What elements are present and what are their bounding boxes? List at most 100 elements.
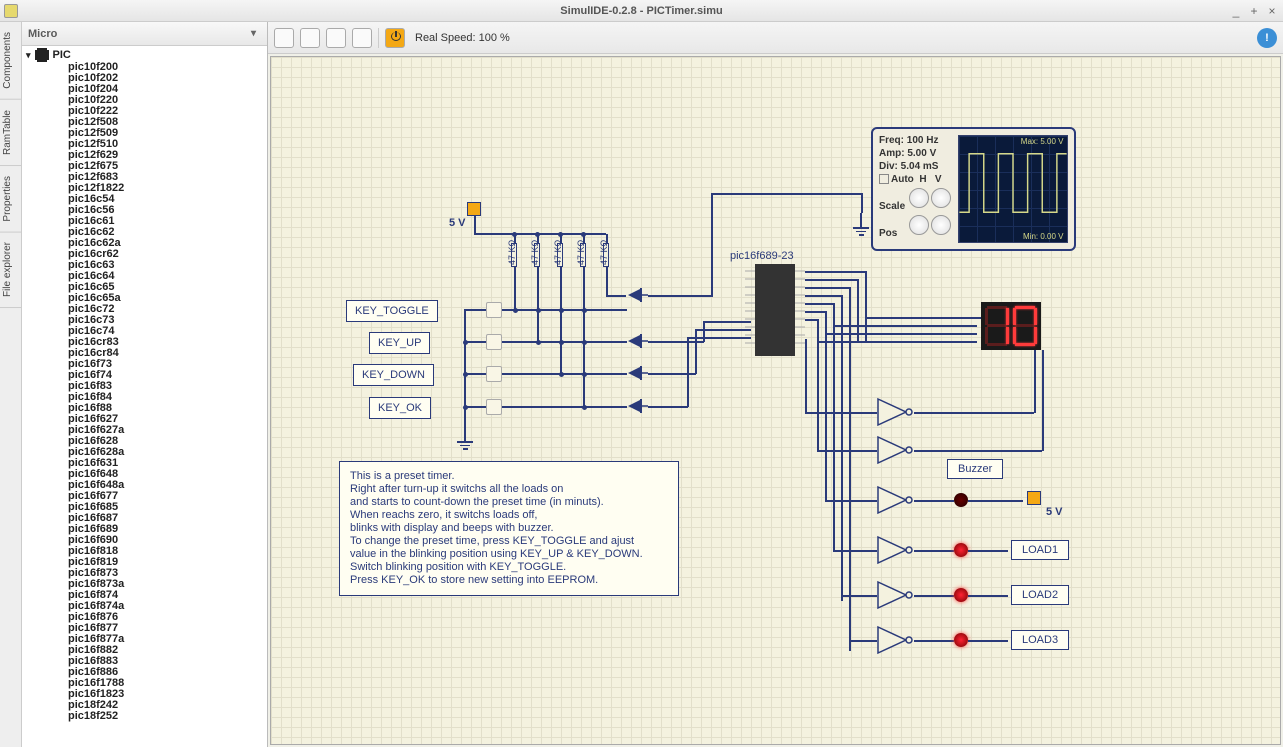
tree-item[interactable]: pic16f883 [26, 656, 267, 667]
tree-item[interactable]: pic16f648a [26, 480, 267, 491]
tree-item[interactable]: pic16f690 [26, 535, 267, 546]
tree-item[interactable]: pic16f886 [26, 667, 267, 678]
switch[interactable] [486, 399, 502, 415]
open-button[interactable] [300, 28, 320, 48]
pos-h-knob[interactable] [909, 215, 929, 235]
tree-item[interactable]: pic16f74 [26, 370, 267, 381]
expand-icon[interactable]: ▾ [26, 50, 31, 61]
tree-item[interactable]: pic12f1822 [26, 183, 267, 194]
close-button[interactable]: × [1265, 4, 1279, 18]
new-button[interactable] [274, 28, 294, 48]
tree-item[interactable]: pic16c56 [26, 205, 267, 216]
tree-item[interactable]: pic16cr84 [26, 348, 267, 359]
load1-label[interactable]: LOAD1 [1011, 540, 1069, 560]
tree-item[interactable]: pic16cr62 [26, 249, 267, 260]
tree-item[interactable]: pic16c72 [26, 304, 267, 315]
tree-item[interactable]: pic16c73 [26, 315, 267, 326]
tree-item[interactable]: pic18f252 [26, 711, 267, 722]
tree-item[interactable]: pic16f1823 [26, 689, 267, 700]
scale-v-knob[interactable] [931, 188, 951, 208]
tree-item[interactable]: pic16f882 [26, 645, 267, 656]
tree-item[interactable]: pic16f88 [26, 403, 267, 414]
auto-checkbox[interactable] [879, 174, 889, 184]
key-ok[interactable]: KEY_OK [369, 397, 431, 419]
tree-item[interactable]: pic16c62a [26, 238, 267, 249]
collapse-icon[interactable]: ▾ [251, 28, 263, 40]
tree-item[interactable]: pic16f83 [26, 381, 267, 392]
key-down[interactable]: KEY_DOWN [353, 364, 434, 386]
tree-item[interactable]: pic16c63 [26, 260, 267, 271]
tree-item[interactable]: pic16f627 [26, 414, 267, 425]
tree-item[interactable]: pic12f510 [26, 139, 267, 150]
buzzer-led[interactable] [954, 493, 968, 507]
tree-item[interactable]: pic12f629 [26, 150, 267, 161]
tree-item[interactable]: pic16cr83 [26, 337, 267, 348]
tree-item[interactable]: pic16f876 [26, 612, 267, 623]
save-button[interactable] [326, 28, 346, 48]
power-source-top[interactable] [467, 202, 481, 216]
tree-item[interactable]: pic16f73 [26, 359, 267, 370]
tree-item[interactable]: pic16c61 [26, 216, 267, 227]
switch[interactable] [486, 334, 502, 350]
load3-led[interactable] [954, 633, 968, 647]
power-button[interactable] [385, 28, 405, 48]
pos-v-knob[interactable] [931, 215, 951, 235]
tree-item[interactable]: pic16f877a [26, 634, 267, 645]
tree-item[interactable]: pic16c65a [26, 293, 267, 304]
tree-item[interactable]: pic16f689 [26, 524, 267, 535]
tree-item[interactable]: pic16f877 [26, 623, 267, 634]
minimize-button[interactable]: _ [1229, 4, 1243, 18]
tree-item[interactable]: pic12f683 [26, 172, 267, 183]
tree-item[interactable]: pic16c65 [26, 282, 267, 293]
load2-led[interactable] [954, 588, 968, 602]
tree-item[interactable]: pic16f631 [26, 458, 267, 469]
tree-item[interactable]: pic16f687 [26, 513, 267, 524]
tree-item[interactable]: pic10f200 [26, 62, 267, 73]
tree-item[interactable]: pic16f819 [26, 557, 267, 568]
tree-item[interactable]: pic16f685 [26, 502, 267, 513]
tree-item[interactable]: pic16f628 [26, 436, 267, 447]
info-button[interactable]: ! [1257, 28, 1277, 48]
tree-item[interactable]: pic10f222 [26, 106, 267, 117]
tree-item[interactable]: pic16f84 [26, 392, 267, 403]
oscilloscope[interactable]: Freq: 100 Hz Amp: 5.00 V Div: 5.04 mS Au… [871, 127, 1076, 251]
power-source-right[interactable] [1027, 491, 1041, 505]
key-toggle[interactable]: KEY_TOGGLE [346, 300, 438, 322]
tree-root-pic[interactable]: ▾ PIC [26, 48, 267, 62]
load2-label[interactable]: LOAD2 [1011, 585, 1069, 605]
tree-item[interactable]: pic10f204 [26, 84, 267, 95]
tree-item[interactable]: pic16f627a [26, 425, 267, 436]
tree-item[interactable]: pic12f675 [26, 161, 267, 172]
saveas-button[interactable] [352, 28, 372, 48]
tree-item[interactable]: pic16f677 [26, 491, 267, 502]
maximize-button[interactable]: + [1247, 4, 1261, 18]
tree-item[interactable]: pic16f1788 [26, 678, 267, 689]
seven-segment-display[interactable] [981, 302, 1041, 350]
tree-item[interactable]: pic16f874a [26, 601, 267, 612]
tree-item[interactable]: pic16c62 [26, 227, 267, 238]
tree-item[interactable]: pic16f628a [26, 447, 267, 458]
tree-item[interactable]: pic16c64 [26, 271, 267, 282]
tree-item[interactable]: pic16f873a [26, 579, 267, 590]
diode[interactable] [626, 398, 648, 414]
component-tree[interactable]: ▾ PIC pic10f200pic10f202pic10f204pic10f2… [22, 46, 267, 747]
tree-item[interactable]: pic12f509 [26, 128, 267, 139]
tree-item[interactable]: pic16f873 [26, 568, 267, 579]
load1-led[interactable] [954, 543, 968, 557]
switch[interactable] [486, 366, 502, 382]
schematic-canvas[interactable]: 5 V 47 KΩ 47 KΩ 47 KΩ 47 KΩ 47 KΩ [270, 56, 1281, 745]
scale-h-knob[interactable] [909, 188, 929, 208]
diode[interactable] [626, 365, 648, 381]
diode[interactable] [626, 333, 648, 349]
tree-item[interactable]: pic16f818 [26, 546, 267, 557]
tree-item[interactable]: pic16f874 [26, 590, 267, 601]
tree-item[interactable]: pic16c74 [26, 326, 267, 337]
tree-item[interactable]: pic10f220 [26, 95, 267, 106]
load3-label[interactable]: LOAD3 [1011, 630, 1069, 650]
tree-item[interactable]: pic12f508 [26, 117, 267, 128]
tab-file-explorer[interactable]: File explorer [0, 232, 21, 308]
tab-components[interactable]: Components [0, 22, 21, 100]
key-up[interactable]: KEY_UP [369, 332, 430, 354]
tab-properties[interactable]: Properties [0, 166, 21, 233]
tab-ramtable[interactable]: RamTable [0, 100, 21, 166]
